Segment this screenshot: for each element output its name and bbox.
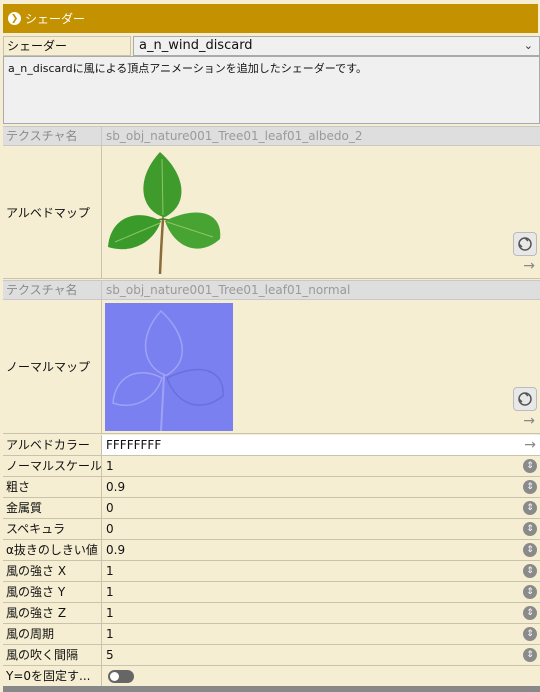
property-value-input[interactable]: 5 ⇕ bbox=[102, 645, 540, 665]
normal-texture-name-row: テクスチャ名 sb_obj_nature001_Tree01_leaf01_no… bbox=[3, 280, 540, 300]
property-value-input[interactable]: 0 ⇕ bbox=[102, 519, 540, 539]
property-label: 風の周期 bbox=[3, 624, 102, 644]
property-row: α抜きのしきい値 0.9 ⇕ bbox=[3, 540, 540, 561]
normal-texture-name-value: sb_obj_nature001_Tree01_leaf01_normal bbox=[106, 283, 351, 297]
normal-map-label: ノーマルマップ bbox=[3, 300, 102, 433]
stepper-icon[interactable]: ⇕ bbox=[523, 648, 537, 662]
albedo-texture-name-row: テクスチャ名 sb_obj_nature001_Tree01_leaf01_al… bbox=[3, 126, 540, 146]
property-label: 風の強さ Y bbox=[3, 582, 102, 602]
chevron-down-icon: ⌄ bbox=[523, 39, 533, 52]
fix-y-toggle[interactable] bbox=[108, 670, 134, 683]
property-value-input[interactable]: 1 ⇕ bbox=[102, 624, 540, 644]
toggle-knob bbox=[110, 672, 119, 681]
property-label: ノーマルスケール bbox=[3, 456, 102, 476]
property-value-input[interactable]: 0.9 ⇕ bbox=[102, 477, 540, 497]
shader-section-header[interactable]: ❯ シェーダー bbox=[3, 4, 538, 33]
property-value-input[interactable]: 0 ⇕ bbox=[102, 498, 540, 518]
shader-select-value: a_n_wind_discard bbox=[139, 38, 253, 53]
property-row: 風の強さ Y 1 ⇕ bbox=[3, 582, 540, 603]
property-row: 風の吹く間隔 5 ⇕ bbox=[3, 645, 540, 666]
property-row: Y=0を固定す... bbox=[3, 666, 540, 687]
arrow-right-icon[interactable]: → bbox=[523, 258, 535, 274]
property-value-input[interactable]: 1 ⇕ bbox=[102, 582, 540, 602]
normal-texture-name-label: テクスチャ名 bbox=[3, 281, 102, 299]
arrow-right-icon[interactable]: → bbox=[524, 435, 536, 455]
property-row: 風の強さ Z 1 ⇕ bbox=[3, 603, 540, 624]
stepper-icon[interactable]: ⇕ bbox=[523, 543, 537, 557]
normal-map-thumbnail[interactable] bbox=[105, 303, 233, 431]
albedo-texture-name-value: sb_obj_nature001_Tree01_leaf01_albedo_2 bbox=[106, 129, 363, 143]
property-label: 風の強さ X bbox=[3, 561, 102, 581]
section-title: シェーダー bbox=[25, 12, 86, 26]
property-row: ノーマルスケール 1 ⇕ bbox=[3, 456, 540, 477]
property-value-input[interactable]: 1 ⇕ bbox=[102, 603, 540, 623]
bottom-scrollbar[interactable] bbox=[3, 686, 540, 692]
property-label: Y=0を固定す... bbox=[3, 666, 102, 686]
arrow-right-icon[interactable]: → bbox=[523, 413, 535, 429]
shader-label: シェーダー bbox=[3, 36, 131, 56]
chevron-down-icon[interactable]: ❯ bbox=[8, 12, 21, 25]
property-label: 風の吹く間隔 bbox=[3, 645, 102, 665]
properties-table: アルベドカラー FFFFFFFF → ノーマルスケール 1 ⇕ 粗さ 0.9 ⇕ 金属… bbox=[3, 435, 540, 687]
stepper-icon[interactable]: ⇕ bbox=[523, 522, 537, 536]
stepper-icon[interactable]: ⇕ bbox=[523, 459, 537, 473]
fix-y-toggle-cell bbox=[102, 666, 540, 686]
albedo-map-label: アルベドマップ bbox=[3, 146, 102, 278]
stepper-icon[interactable]: ⇕ bbox=[523, 564, 537, 578]
albedo-texture-name-label: テクスチャ名 bbox=[3, 127, 102, 145]
property-row: 風の強さ X 1 ⇕ bbox=[3, 561, 540, 582]
property-row: 風の周期 1 ⇕ bbox=[3, 624, 540, 645]
stepper-icon[interactable]: ⇕ bbox=[523, 480, 537, 494]
property-value-input[interactable]: 0.9 ⇕ bbox=[102, 540, 540, 560]
property-label: 金属質 bbox=[3, 498, 102, 518]
texture-swap-icon[interactable] bbox=[513, 387, 537, 411]
shader-select[interactable]: a_n_wind_discard ⌄ bbox=[133, 36, 540, 56]
albedo-color-input[interactable]: FFFFFFFF → bbox=[102, 435, 540, 455]
stepper-icon[interactable]: ⇕ bbox=[523, 606, 537, 620]
property-row: アルベドカラー FFFFFFFF → bbox=[3, 435, 540, 456]
property-value-input[interactable]: 1 ⇕ bbox=[102, 561, 540, 581]
property-row: 金属質 0 ⇕ bbox=[3, 498, 540, 519]
property-row: スペキュラ 0 ⇕ bbox=[3, 519, 540, 540]
shader-row: シェーダー a_n_wind_discard ⌄ bbox=[3, 36, 540, 56]
normal-map-row: ノーマルマップ → bbox=[3, 300, 540, 434]
property-label: 粗さ bbox=[3, 477, 102, 497]
stepper-icon[interactable]: ⇕ bbox=[523, 501, 537, 515]
property-label: スペキュラ bbox=[3, 519, 102, 539]
shader-description: a_n_discardに風による頂点アニメーションを追加したシェーダーです。 bbox=[3, 56, 540, 124]
texture-swap-icon[interactable] bbox=[513, 232, 537, 256]
stepper-icon[interactable]: ⇕ bbox=[523, 627, 537, 641]
albedo-map-thumbnail[interactable] bbox=[105, 149, 230, 274]
property-label: 風の強さ Z bbox=[3, 603, 102, 623]
property-row: 粗さ 0.9 ⇕ bbox=[3, 477, 540, 498]
property-label: アルベドカラー bbox=[3, 435, 102, 455]
property-label: α抜きのしきい値 bbox=[3, 540, 102, 560]
property-value-input[interactable]: 1 ⇕ bbox=[102, 456, 540, 476]
albedo-map-row: アルベドマップ → bbox=[3, 146, 540, 279]
stepper-icon[interactable]: ⇕ bbox=[523, 585, 537, 599]
